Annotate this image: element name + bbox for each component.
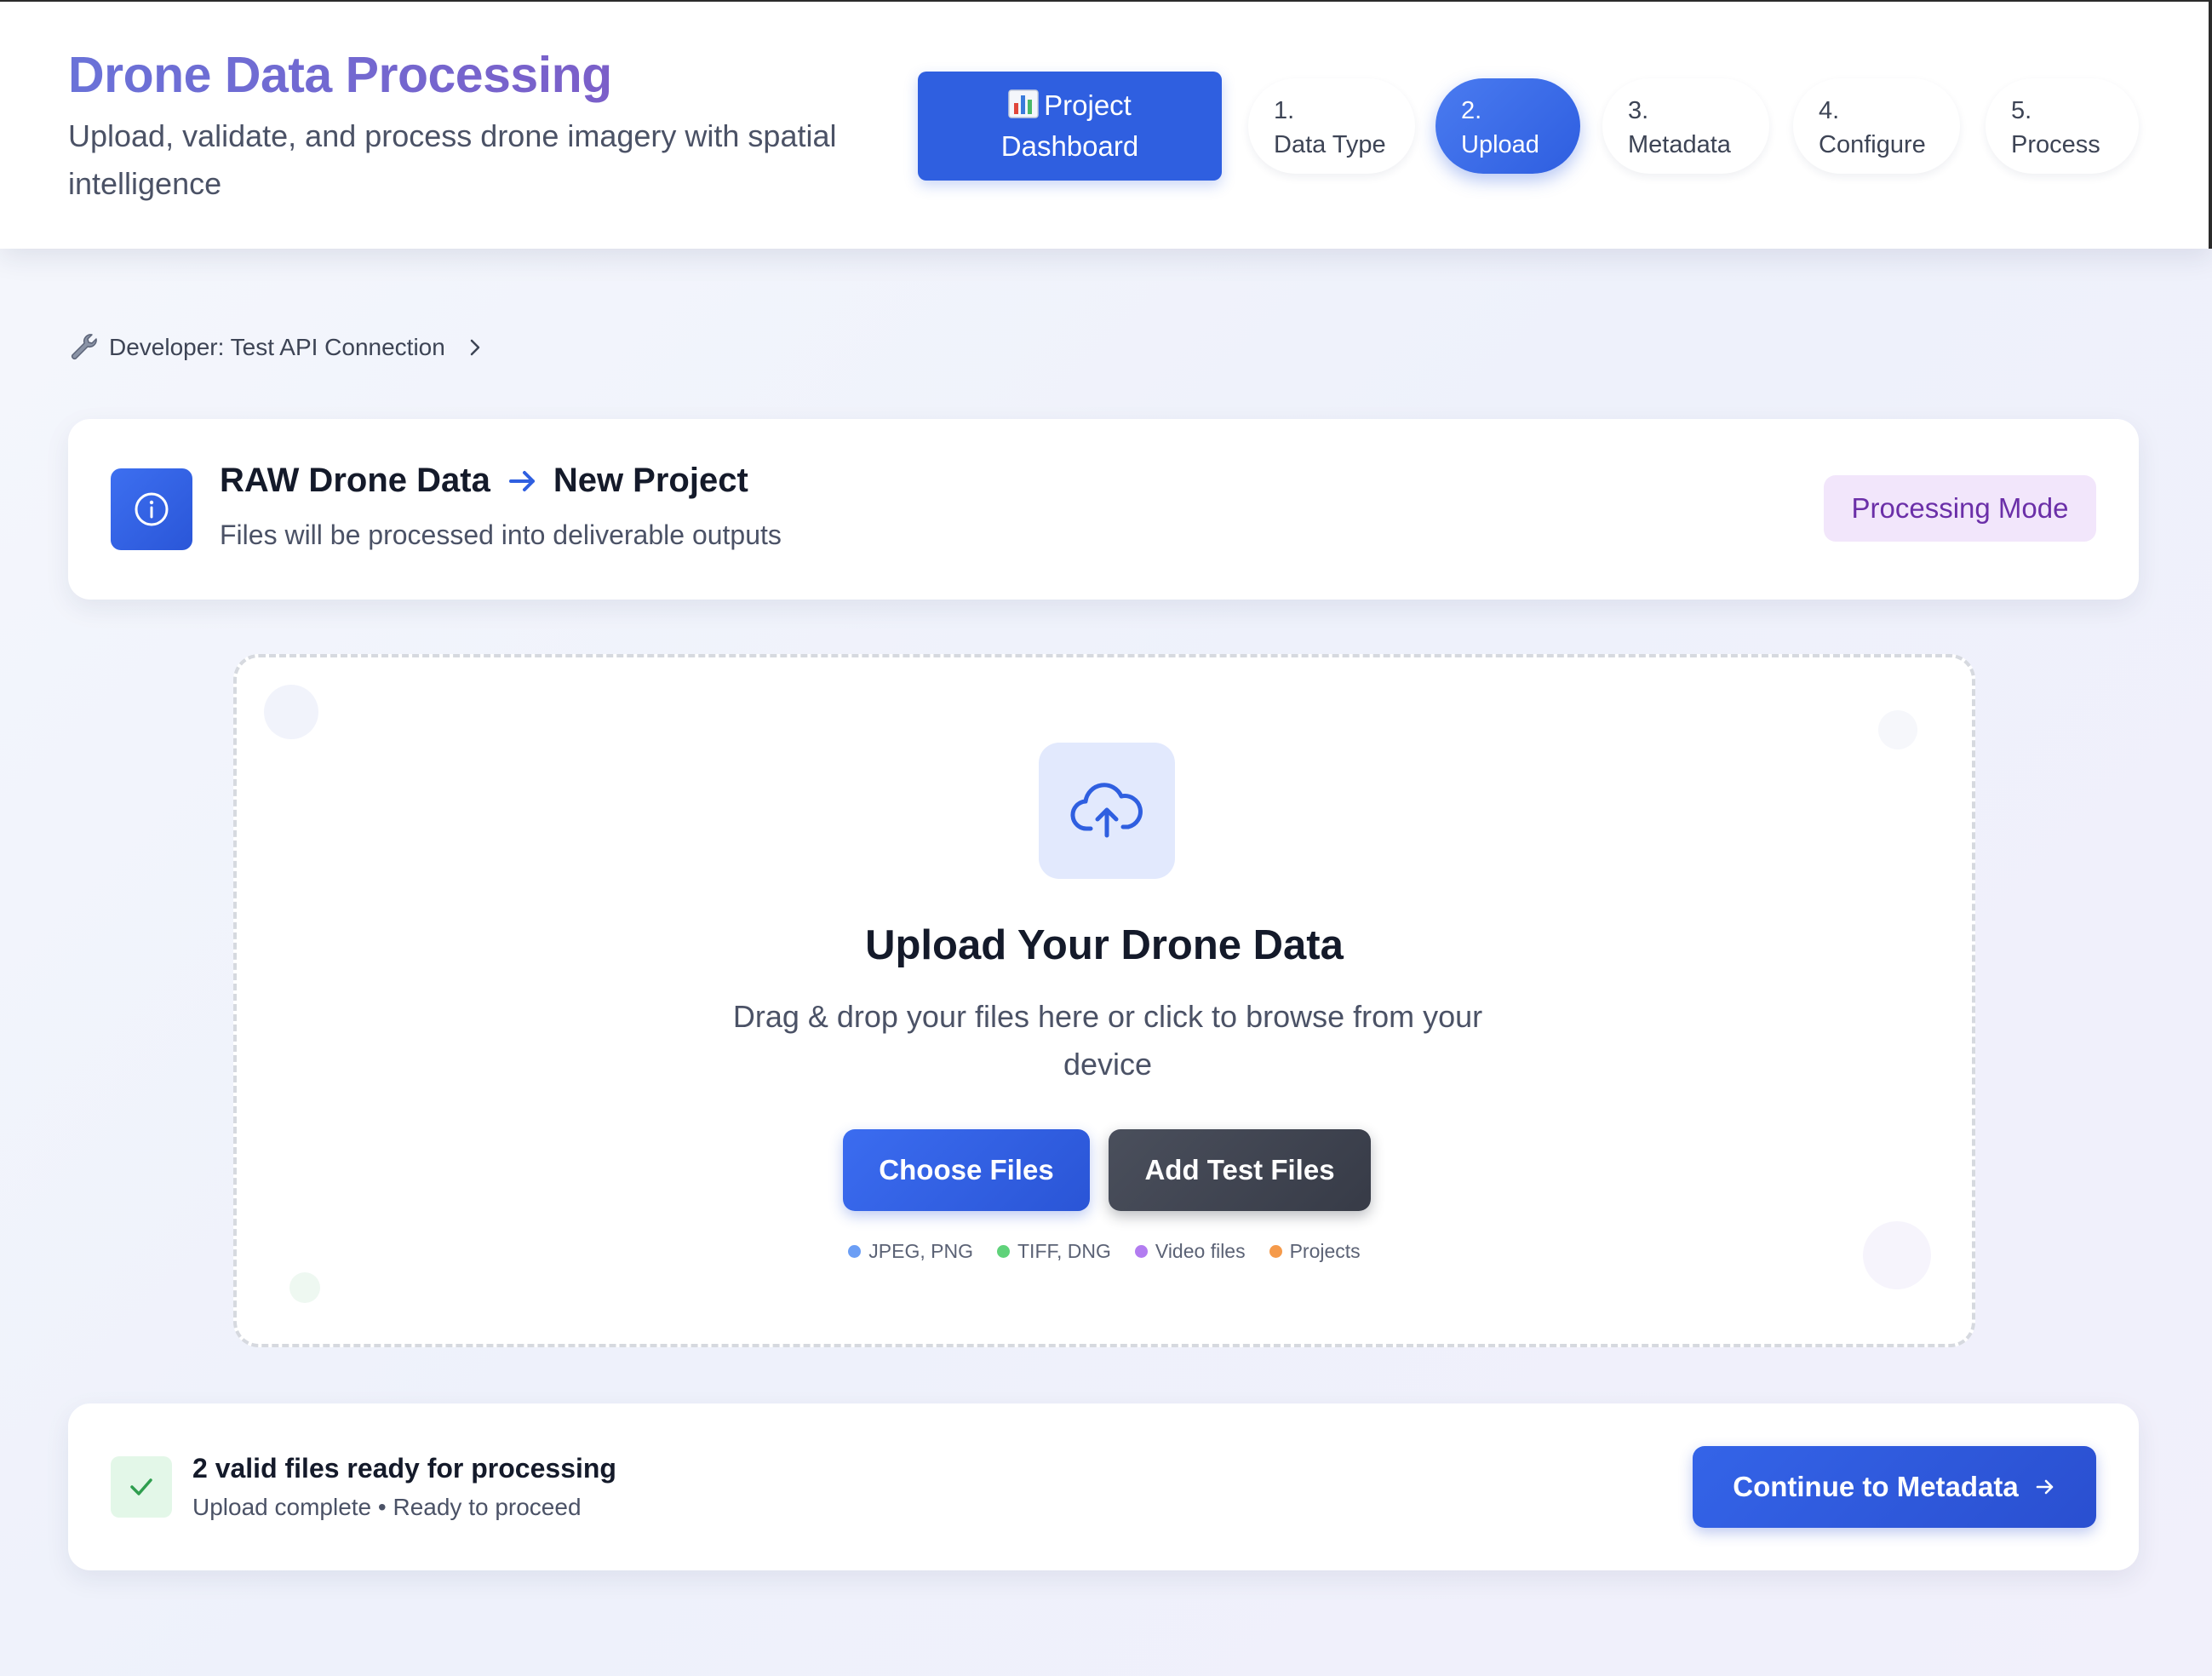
step-label: Metadata [1628, 131, 1731, 158]
page-subtitle: Upload, validate, and process drone imag… [68, 118, 837, 201]
upload-title: Upload Your Drone Data [865, 922, 1344, 968]
format-label: TIFF, DNG [1017, 1240, 1111, 1262]
format-dot [1269, 1245, 1282, 1258]
decor-circle [1878, 710, 1917, 749]
window-edge [2209, 0, 2212, 249]
step-metadata[interactable]: 3. Metadata [1602, 78, 1769, 174]
format-dot [997, 1245, 1010, 1258]
source-label: RAW Drone Data [220, 462, 490, 499]
format-projects: Projects [1269, 1240, 1361, 1263]
step-label: Configure [1819, 131, 1926, 158]
cloud-upload-icon [1070, 783, 1143, 838]
step-upload[interactable]: 2. Upload [1436, 78, 1580, 174]
target-label: New Project [553, 462, 748, 499]
processing-mode-badge: Processing Mode [1824, 475, 2096, 542]
step-number: 2. [1461, 97, 1482, 124]
chevron-right-icon [470, 339, 480, 356]
continue-to-metadata-button[interactable]: Continue to Metadata [1693, 1446, 2096, 1528]
step-label: Data Type [1274, 131, 1386, 158]
wrench-icon [71, 334, 97, 360]
check-icon-container [111, 1456, 172, 1518]
add-test-files-button[interactable]: Add Test Files [1109, 1129, 1371, 1211]
format-label: JPEG, PNG [868, 1240, 973, 1262]
processing-info-card: RAW Drone Data New Project Files will be… [68, 419, 2139, 600]
step-number: 1. [1274, 97, 1295, 124]
developer-link-label: Developer: Test API Connection [109, 334, 445, 360]
supported-formats: JPEG, PNG TIFF, DNG Video files Projects [237, 1240, 1972, 1263]
step-data-type[interactable]: 1. Data Type [1248, 78, 1415, 174]
step-label: Process [2011, 131, 2100, 158]
project-dashboard-button[interactable]: Project Dashboard [918, 72, 1222, 181]
upload-description: Drag & drop your files here or click to … [732, 999, 1483, 1082]
info-icon-container [111, 468, 192, 550]
app-header: Drone Data Processing Upload, validate, … [0, 0, 2212, 249]
step-configure[interactable]: 4. Configure [1793, 78, 1960, 174]
decor-circle [289, 1272, 320, 1303]
format-tiff-dng: TIFF, DNG [997, 1240, 1111, 1263]
step-number: 4. [1819, 97, 1840, 124]
choose-files-button[interactable]: Choose Files [843, 1129, 1090, 1211]
format-label: Video files [1155, 1240, 1246, 1262]
decor-circle [264, 685, 318, 739]
status-title: 2 valid files ready for processing [192, 1453, 616, 1484]
format-dot [1134, 1245, 1148, 1258]
developer-test-api-link[interactable]: Developer: Test API Connection [68, 330, 486, 364]
arrow-right-icon [2036, 1479, 2054, 1495]
info-description: Files will be processed into deliverable… [220, 519, 782, 550]
check-icon [130, 1478, 152, 1495]
format-video: Video files [1134, 1240, 1246, 1263]
upload-icon-container [1039, 743, 1175, 879]
format-dot [848, 1245, 862, 1258]
arrow-right-icon [508, 470, 535, 491]
step-process[interactable]: 5. Process [1986, 78, 2139, 174]
status-subtitle: Upload complete • Ready to proceed [192, 1494, 582, 1520]
continue-button-label: Continue to Metadata [1733, 1471, 2019, 1502]
bar-chart-icon [1008, 89, 1039, 118]
format-jpeg-png: JPEG, PNG [848, 1240, 973, 1263]
upload-status-card: 2 valid files ready for processing Uploa… [68, 1403, 2139, 1570]
info-icon [135, 492, 169, 526]
step-number: 3. [1628, 97, 1649, 124]
page-title: Drone Data Processing [68, 47, 612, 103]
upload-dropzone[interactable]: Upload Your Drone Data Drag & drop your … [233, 654, 1975, 1347]
info-title: RAW Drone Data New Project [220, 462, 748, 500]
step-number: 5. [2011, 97, 2032, 124]
format-label: Projects [1289, 1240, 1361, 1262]
step-label: Upload [1461, 131, 1539, 158]
